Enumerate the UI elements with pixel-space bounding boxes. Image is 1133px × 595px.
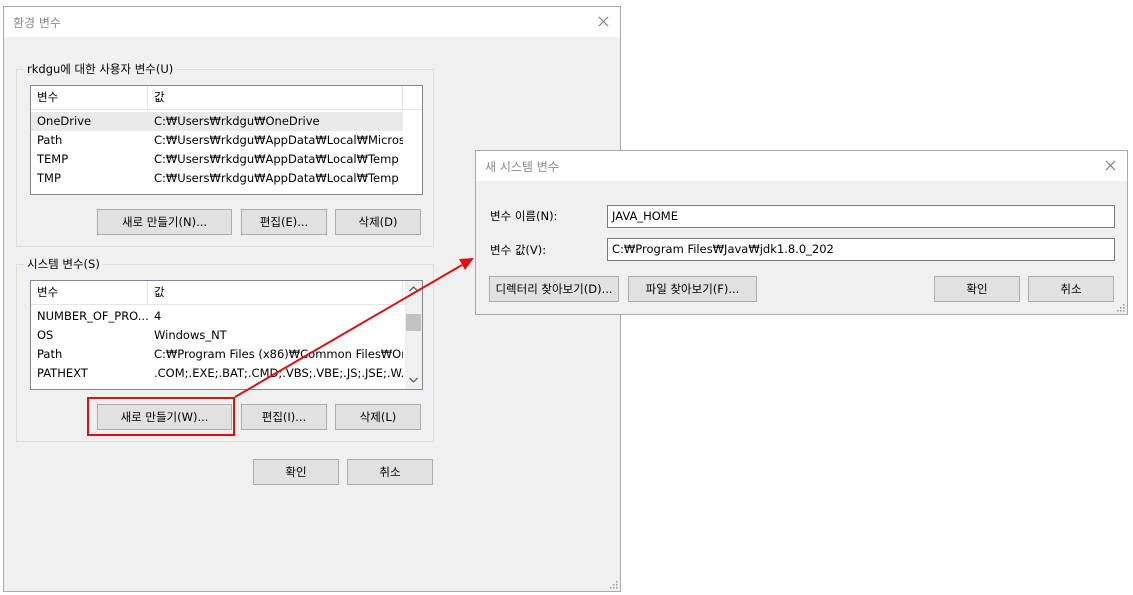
variable-value-input[interactable]: C:₩Program Files₩Java₩jdk1.8.0_202 xyxy=(607,238,1115,261)
ok-button[interactable]: 확인 xyxy=(934,276,1020,302)
user-variables-group: rkdgu에 대한 사용자 변수(U) 변수 값 OneDrive C:₩Use… xyxy=(16,61,434,247)
list-header: 변수 값 xyxy=(31,281,406,305)
variable-name-label: 변수 이름(N): xyxy=(490,209,558,223)
system-variables-list[interactable]: 변수 값 NUMBER_OF_PRO... 4 OS Windows_NT Pa… xyxy=(30,280,423,390)
variable-value: C:₩Users₩rkdgu₩OneDrive xyxy=(154,114,320,128)
list-item[interactable]: OS Windows_NT xyxy=(31,326,403,345)
list-item[interactable]: TEMP C:₩Users₩rkdgu₩AppData₩Local₩Temp xyxy=(31,150,403,169)
variable-value-label: 변수 값(V): xyxy=(490,243,547,257)
list-item[interactable]: Path C:₩Users₩rkdgu₩AppData₩Local₩Micros… xyxy=(31,131,403,150)
system-edit-button[interactable]: 편집(I)... xyxy=(241,404,327,430)
variable-name: Path xyxy=(37,133,63,147)
dialog-title: 환경 변수 xyxy=(13,16,61,30)
user-delete-button[interactable]: 삭제(D) xyxy=(335,209,421,235)
variable-value: C:₩Program Files (x86)₩Common Files₩Or..… xyxy=(154,347,403,361)
list-item[interactable]: Path C:₩Program Files (x86)₩Common Files… xyxy=(31,345,403,364)
column-header-name[interactable]: 변수 xyxy=(31,86,148,109)
column-header-value[interactable]: 값 xyxy=(148,86,403,109)
vertical-scrollbar[interactable] xyxy=(405,281,422,389)
ok-button[interactable]: 확인 xyxy=(253,459,339,485)
close-icon[interactable] xyxy=(586,7,620,37)
list-item[interactable]: NUMBER_OF_PRO... 4 xyxy=(31,307,403,326)
variable-value: C:₩Users₩rkdgu₩AppData₩Local₩Temp xyxy=(154,152,399,166)
close-icon[interactable] xyxy=(1093,151,1127,181)
browse-directory-button[interactable]: 디렉터리 찾아보기(D)... xyxy=(489,276,619,302)
new-system-variable-dialog: 새 시스템 변수 변수 이름(N): JAVA_HOME 변수 값(V): C:… xyxy=(475,150,1128,315)
browse-file-button[interactable]: 파일 찾아보기(F)... xyxy=(628,276,757,302)
list-item[interactable]: OneDrive C:₩Users₩rkdgu₩OneDrive xyxy=(31,112,403,131)
user-new-button[interactable]: 새로 만들기(N)... xyxy=(97,209,232,235)
dialog-title: 새 시스템 변수 xyxy=(485,160,559,174)
scroll-down-arrow-icon[interactable] xyxy=(405,372,422,389)
variable-name: PATHEXT xyxy=(37,366,88,380)
variable-name: Path xyxy=(37,347,63,361)
scrollbar-thumb[interactable] xyxy=(406,314,421,331)
scroll-up-arrow-icon[interactable] xyxy=(405,281,422,298)
variable-name: OneDrive xyxy=(37,114,92,128)
variable-value: C:₩Users₩rkdgu₩AppData₩Local₩Microso... xyxy=(154,133,403,147)
title-bar: 새 시스템 변수 xyxy=(476,151,1127,181)
variable-name: TMP xyxy=(37,171,61,185)
user-edit-button[interactable]: 편집(E)... xyxy=(241,209,327,235)
user-variables-label: rkdgu에 대한 사용자 변수(U) xyxy=(24,61,177,77)
column-header-name[interactable]: 변수 xyxy=(31,281,148,304)
title-bar: 환경 변수 xyxy=(4,7,620,37)
cancel-button[interactable]: 취소 xyxy=(347,459,433,485)
system-variables-label: 시스템 변수(S) xyxy=(24,256,103,272)
variable-value: C:₩Users₩rkdgu₩AppData₩Local₩Temp xyxy=(154,171,399,185)
system-delete-button[interactable]: 삭제(L) xyxy=(335,404,421,430)
resize-grip-icon[interactable] xyxy=(608,579,618,589)
user-variables-list[interactable]: 변수 값 OneDrive C:₩Users₩rkdgu₩OneDrive Pa… xyxy=(30,85,423,195)
variable-name-input[interactable]: JAVA_HOME xyxy=(607,205,1115,228)
variable-value: .COM;.EXE;.BAT;.CMD;.VBS;.VBE;.JS;.JSE;.… xyxy=(154,366,403,380)
list-item[interactable]: TMP C:₩Users₩rkdgu₩AppData₩Local₩Temp xyxy=(31,169,403,188)
variable-name: OS xyxy=(37,328,54,342)
resize-grip-icon[interactable] xyxy=(1115,302,1125,312)
variable-value: 4 xyxy=(154,309,162,323)
column-header-value[interactable]: 값 xyxy=(148,281,403,304)
list-item[interactable]: PATHEXT .COM;.EXE;.BAT;.CMD;.VBS;.VBE;.J… xyxy=(31,364,403,383)
variable-value: Windows_NT xyxy=(154,328,227,342)
variable-name: TEMP xyxy=(37,152,69,166)
variable-name: NUMBER_OF_PRO... xyxy=(37,309,148,323)
list-header: 변수 값 xyxy=(31,86,422,110)
highlight-box xyxy=(87,397,235,436)
cancel-button[interactable]: 취소 xyxy=(1028,276,1114,302)
